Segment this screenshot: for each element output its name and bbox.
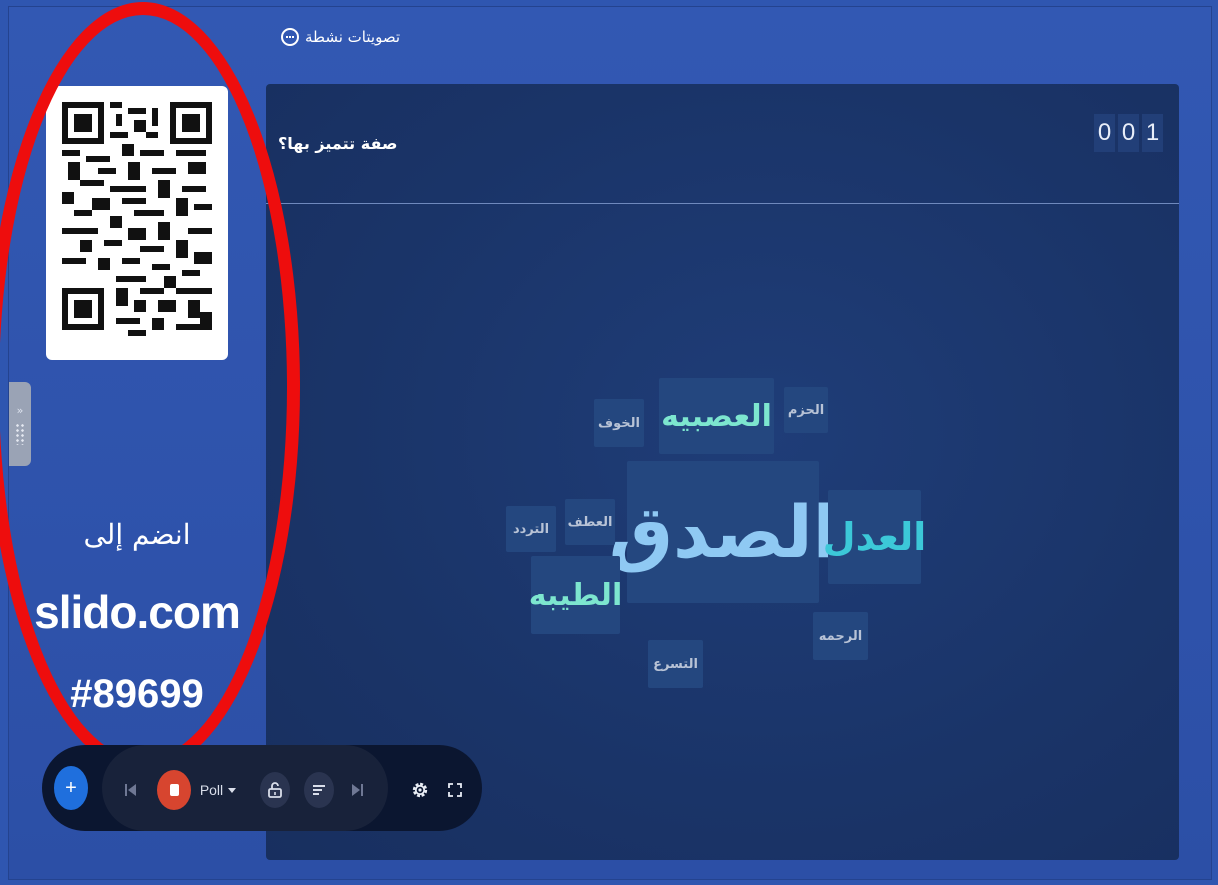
word-text: التردد	[512, 521, 550, 537]
drag-grip-icon	[15, 422, 25, 445]
word-cloud-word: الرحمه	[813, 612, 868, 660]
qr-code-icon	[62, 102, 212, 336]
poll-dropdown[interactable]: Poll	[196, 776, 240, 804]
word-cloud-word: العطف	[565, 499, 615, 545]
active-polls-label: تصويتات نشطة	[305, 28, 400, 46]
word-cloud-word: العصبيه	[659, 378, 774, 454]
word-cloud-word: الخوف	[594, 399, 644, 447]
active-polls-header[interactable]: تصويتات نشطة	[281, 28, 400, 46]
word-text: العدل	[822, 515, 927, 559]
word-cloud-word: الطيبه	[528, 556, 623, 634]
word-text: التسرع	[653, 656, 698, 672]
fullscreen-icon	[448, 783, 462, 797]
word-cloud-word: التردد	[506, 506, 556, 552]
sidebar-toggle-handle[interactable]: »	[9, 382, 31, 466]
unlock-icon	[268, 782, 282, 798]
word-text: العصبيه	[661, 398, 772, 434]
chevron-down-icon	[228, 787, 237, 793]
qr-code-card	[46, 86, 228, 360]
join-label: انضم إلى	[83, 518, 191, 551]
add-button[interactable]: +	[54, 766, 88, 810]
sort-icon	[313, 785, 325, 795]
event-code: #89699	[70, 672, 204, 716]
join-site: slido.com	[34, 586, 241, 638]
poll-dropdown-label: Poll	[199, 782, 224, 798]
counter-digit: 1	[1142, 114, 1163, 152]
word-text: العطف	[567, 514, 613, 530]
poll-icon	[281, 28, 299, 46]
word-cloud-word: العدل	[823, 490, 926, 584]
divider	[266, 203, 1179, 204]
settings-button[interactable]	[404, 774, 436, 806]
word-cloud-word: الصدق	[609, 461, 837, 603]
word-text: الصدق	[608, 490, 838, 574]
counter-digit: 0	[1118, 114, 1139, 152]
settings-icon	[412, 782, 428, 798]
lock-button[interactable]	[260, 772, 290, 808]
poll-results-panel: 0 0 1 صفة تتميز بها؟ الصدق العدل العصبيه…	[266, 84, 1179, 860]
plus-icon: +	[65, 776, 77, 799]
previous-button[interactable]	[118, 776, 144, 804]
word-text: الحزم	[787, 402, 825, 418]
word-text: الطيبه	[528, 577, 623, 613]
next-button[interactable]	[344, 776, 370, 804]
fullscreen-button[interactable]	[440, 774, 470, 806]
double-chevron-right-icon: »	[16, 403, 24, 417]
skip-next-icon	[352, 784, 363, 796]
counter-digit: 0	[1094, 114, 1115, 152]
word-text: الرحمه	[818, 628, 863, 644]
word-cloud-word: التسرع	[648, 640, 703, 688]
sort-results-button[interactable]	[304, 772, 334, 808]
response-counter: 0 0 1	[1094, 114, 1163, 152]
word-text: الخوف	[598, 415, 640, 431]
poll-question: صفة تتميز بها؟	[278, 134, 398, 153]
skip-previous-icon	[125, 784, 136, 796]
word-cloud-word: الحزم	[784, 387, 828, 433]
stop-poll-button[interactable]	[157, 770, 191, 810]
